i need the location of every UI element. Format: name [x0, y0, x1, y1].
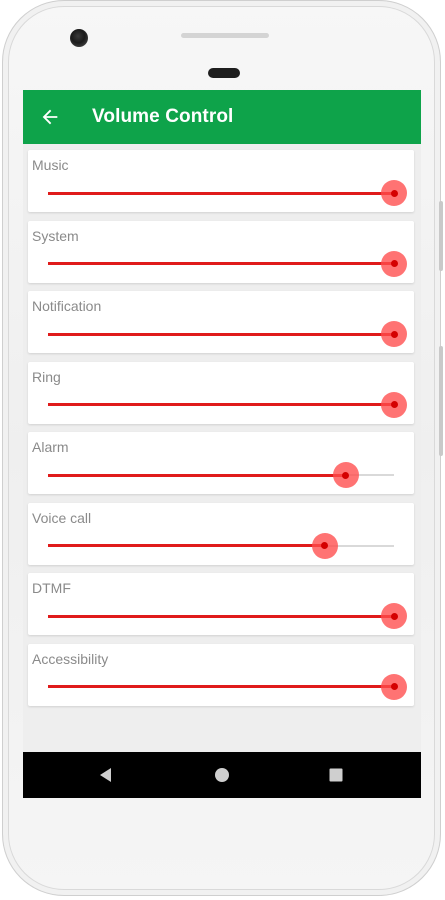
system-nav-bar [23, 752, 421, 798]
volume-card: Alarm [28, 432, 414, 494]
slider-thumb-dot [390, 260, 398, 267]
volume-slider[interactable] [48, 532, 394, 559]
proximity-sensor [208, 68, 240, 78]
slider-thumb[interactable] [381, 250, 407, 277]
front-camera [70, 29, 88, 47]
slider-thumb-dot [390, 683, 398, 690]
nav-back-button[interactable] [95, 764, 117, 786]
slider-thumb[interactable] [381, 180, 407, 206]
volume-label: Voice call [32, 509, 92, 526]
volume-rocker [439, 346, 443, 456]
volume-card: Music [28, 150, 414, 212]
slider-thumb-dot [342, 471, 350, 479]
volume-card: Ring [28, 361, 414, 424]
slider-thumb[interactable] [381, 321, 407, 347]
volume-card: System [28, 220, 414, 283]
volume-card: Voice call [28, 502, 414, 565]
page-title: Volume Control [92, 106, 234, 127]
volume-card: Notification [28, 291, 414, 353]
volume-slider[interactable] [48, 180, 407, 206]
volume-label: Alarm [32, 439, 69, 455]
slider-track-fill [48, 473, 346, 477]
arrow-left-icon [42, 109, 58, 125]
volume-label: Accessibility [32, 650, 109, 667]
slider-thumb[interactable] [311, 532, 338, 559]
volume-label: Notification [32, 298, 102, 314]
slider-thumb[interactable] [381, 391, 407, 418]
volume-slider[interactable] [48, 673, 407, 700]
volume-list: Music System Notification Ring Alarm Voice ca… [28, 150, 414, 714]
slider-track-fill [48, 544, 325, 547]
nav-recents-button[interactable] [325, 764, 347, 786]
screen: Volume Control Music System Notification Ri… [23, 90, 421, 798]
slider-track-fill [48, 191, 394, 195]
volume-slider[interactable] [48, 462, 394, 488]
power-button [439, 201, 443, 271]
volume-label: System [32, 227, 79, 244]
back-button[interactable] [35, 102, 65, 132]
slider-track-fill [48, 685, 394, 688]
slider-track-fill [48, 332, 394, 336]
slider-thumb-dot [390, 330, 398, 338]
app-bar: Volume Control [23, 90, 421, 144]
slider-thumb[interactable] [381, 673, 407, 700]
volume-label: DTMF [32, 580, 71, 596]
slider-track-fill [48, 614, 394, 618]
triangle-back-icon [100, 768, 111, 782]
slider-thumb-dot [321, 542, 329, 549]
earpiece-speaker [181, 33, 269, 38]
circle-home-icon [215, 768, 229, 782]
volume-slider[interactable] [48, 250, 407, 277]
volume-label: Music [32, 157, 69, 173]
slider-thumb-dot [390, 401, 398, 408]
nav-home-button[interactable] [211, 764, 233, 786]
slider-thumb-dot [390, 189, 398, 197]
volume-card: Accessibility [28, 643, 414, 706]
volume-slider[interactable] [48, 321, 407, 347]
slider-thumb-dot [390, 612, 398, 620]
volume-slider[interactable] [48, 603, 407, 629]
volume-slider[interactable] [48, 391, 407, 418]
volume-label: Ring [32, 368, 61, 385]
square-recents-icon [329, 768, 343, 782]
slider-thumb[interactable] [381, 603, 407, 629]
slider-track-fill [48, 262, 394, 265]
volume-card: DTMF [28, 573, 414, 635]
slider-thumb[interactable] [332, 462, 359, 488]
slider-track-fill [48, 403, 394, 406]
